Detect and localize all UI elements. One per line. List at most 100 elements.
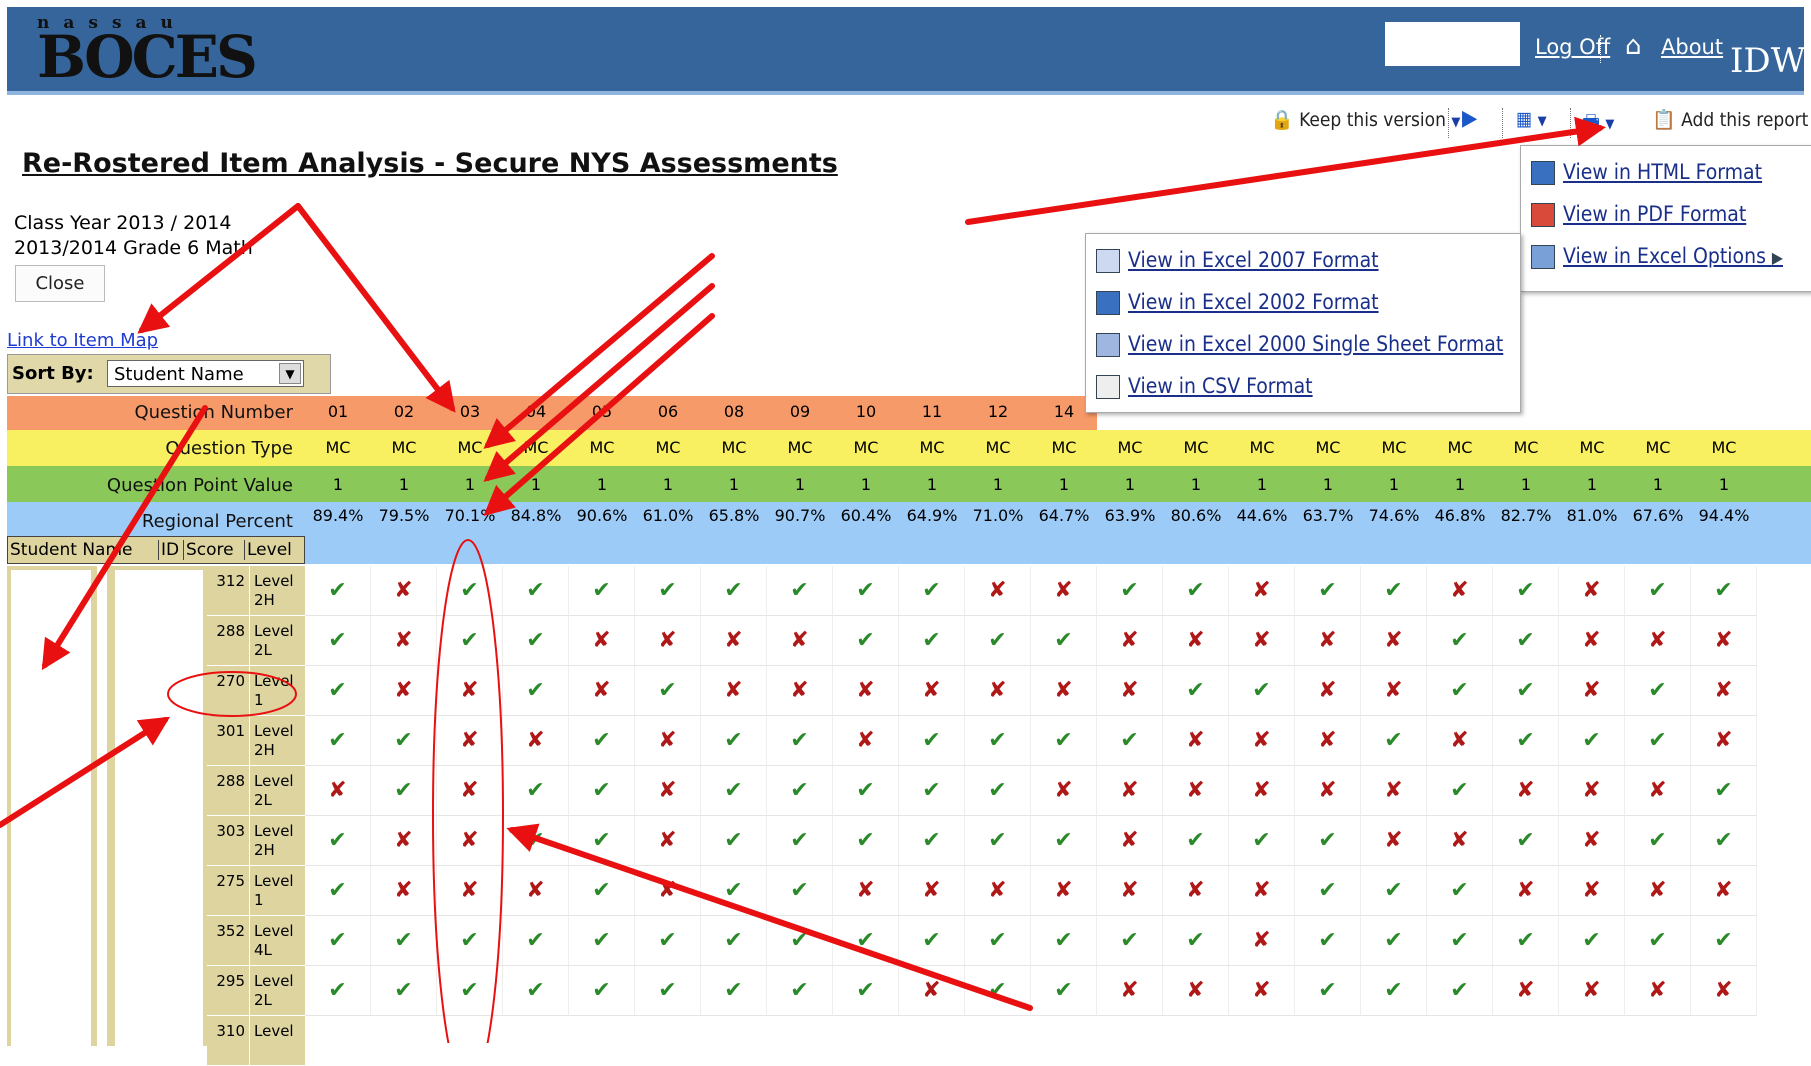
chevron-down-icon[interactable]: ▼ [279,363,301,384]
view-excel-2000-item[interactable]: View in Excel 2000 Single Sheet Format [1096,332,1503,357]
view-html-item[interactable]: View in HTML Format [1531,160,1762,185]
house-icon[interactable]: ⌂ [1625,31,1642,61]
question-number-cell: 01 [327,402,349,421]
correct-check-icon: ✔ [1097,566,1163,616]
incorrect-x-icon: ✘ [965,666,1031,716]
view-excel-options-item[interactable]: View in Excel Options ▶ [1531,244,1783,269]
question-type-cell: MC [1381,438,1407,457]
incorrect-x-icon: ✘ [1427,566,1493,616]
about-link[interactable]: About [1661,35,1723,59]
correct-check-icon: ✔ [635,916,701,966]
run-icon[interactable]: ▶ [1462,106,1477,131]
point-value-cell: 1 [530,475,542,494]
point-value-cell: 1 [1652,475,1664,494]
question-type-cell: MC [919,438,945,457]
point-value-cell: 1 [992,475,1004,494]
regional-percent-cell: 74.6% [1368,506,1420,525]
incorrect-x-icon: ✘ [899,666,965,716]
question-type-cell: MC [1711,438,1737,457]
add-report-button[interactable]: 📋 Add this report ▼ [1652,108,1811,131]
correct-check-icon: ✔ [1361,566,1427,616]
question-type-cell: MC [1051,438,1077,457]
correct-check-icon: ✔ [965,816,1031,866]
correct-check-icon: ✔ [965,966,1031,1016]
correct-check-icon: ✔ [899,716,965,766]
grid-view-icon[interactable]: ▦ ▼ [1516,108,1547,130]
correct-check-icon: ✔ [503,566,569,616]
table-row: 310 Level [7,1016,305,1066]
incorrect-x-icon: ✘ [1295,666,1361,716]
annotation-arrow [965,116,1606,225]
close-button[interactable]: Close [15,265,105,302]
student-name-header[interactable]: Student Name [10,540,132,560]
table-row: 275 Level 1 [7,866,305,916]
correct-check-icon: ✔ [1427,666,1493,716]
correct-check-icon: ✔ [701,916,767,966]
correct-check-icon: ✔ [635,966,701,1016]
correct-check-icon: ✔ [1229,666,1295,716]
add-report-icon: 📋 [1652,109,1676,131]
regional-percent-cell: 71.0% [972,506,1024,525]
correct-check-icon: ✔ [1427,916,1493,966]
export-icon[interactable]: 🖶 ▼ [1582,108,1614,140]
correct-check-icon: ✔ [503,966,569,1016]
spreadsheet-icon [1096,333,1120,357]
correct-check-icon: ✔ [635,666,701,716]
question-type-cell: MC [1579,438,1605,457]
point-value-cell: 1 [1322,475,1334,494]
point-value-label: Question Point Value [106,475,293,496]
correct-check-icon: ✔ [1031,616,1097,666]
table-row: 288 Level 2L [7,766,305,816]
correct-check-icon: ✔ [371,716,437,766]
incorrect-x-icon: ✘ [1625,616,1691,666]
level-cell: Level 2H [250,816,305,866]
correct-check-icon: ✔ [635,566,701,616]
incorrect-x-icon: ✘ [371,566,437,616]
view-pdf-item[interactable]: View in PDF Format [1531,202,1746,227]
globe-icon [1096,291,1120,315]
sort-select[interactable]: Student Name ▼ [107,360,304,387]
sort-label: Sort By: [12,363,94,384]
correct-check-icon: ✔ [701,966,767,1016]
export-menu: View in HTML Format View in PDF Format V… [1520,145,1811,292]
point-value-cell: 1 [1256,475,1268,494]
view-excel-2007-item[interactable]: View in Excel 2007 Format [1096,248,1379,273]
regional-percent-cell: 70.1% [444,506,496,525]
item-map-link[interactable]: Link to Item Map [7,330,158,351]
question-number-cell: 05 [591,402,613,421]
boces-logo: BOCES [37,23,258,91]
regional-percent-cell: 61.0% [642,506,694,525]
regional-percent-cell: 44.6% [1236,506,1288,525]
question-type-cell: MC [1117,438,1143,457]
table-row: 288 Level 2L [7,616,305,666]
table-row: 312 Level 2H [7,566,305,616]
incorrect-x-icon: ✘ [569,616,635,666]
table-row: 301 Level 2H [7,716,305,766]
score-header[interactable]: Score [183,540,234,560]
correct-check-icon: ✔ [371,916,437,966]
correct-check-icon: ✔ [899,816,965,866]
level-header[interactable]: Level [244,540,292,560]
level-cell: Level 2L [250,616,305,666]
correct-check-icon: ✔ [569,566,635,616]
chevron-down-icon: ▼ [1537,114,1547,129]
correct-check-icon: ✔ [1361,916,1427,966]
correct-check-icon: ✔ [833,916,899,966]
point-value-cell: 1 [1190,475,1202,494]
view-csv-item[interactable]: View in CSV Format [1096,374,1313,399]
correct-check-icon: ✔ [1163,666,1229,716]
id-header[interactable]: ID [158,540,179,560]
incorrect-x-icon: ✘ [437,816,503,866]
logoff-link[interactable]: Log Off [1535,35,1610,59]
incorrect-x-icon: ✘ [1163,766,1229,816]
keep-version-button[interactable]: 🔒 Keep this version ▼ [1270,108,1460,131]
correct-check-icon: ✔ [833,816,899,866]
correct-check-icon: ✔ [1625,566,1691,616]
correct-check-icon: ✔ [899,766,965,816]
question-number-label: Question Number [134,402,293,423]
spreadsheet-icon [1531,245,1555,269]
correct-check-icon: ✔ [1559,916,1625,966]
correct-check-icon: ✔ [503,666,569,716]
view-excel-2002-item[interactable]: View in Excel 2002 Format [1096,290,1379,315]
table-row: 352 Level 4L [7,916,305,966]
